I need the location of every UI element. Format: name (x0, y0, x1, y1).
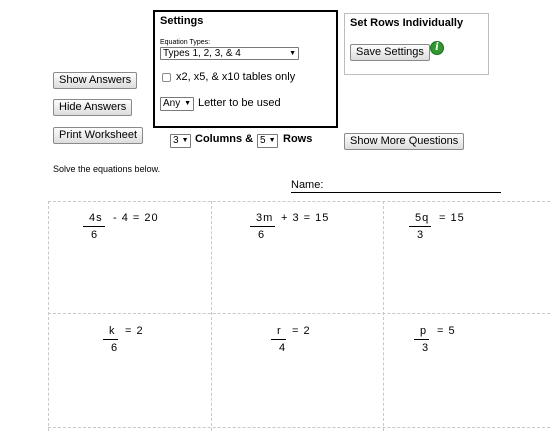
name-label: Name: (291, 179, 324, 191)
numerator: k (109, 325, 116, 337)
show-more-questions-button[interactable]: Show More Questions (344, 133, 465, 150)
letter-select[interactable]: Any ▼ (160, 97, 194, 111)
numerator: 3m (256, 212, 274, 224)
fraction: p 3 (414, 325, 430, 354)
grid-divider (48, 313, 550, 314)
equation-rest: = 15 (439, 212, 465, 224)
numerator: p (420, 325, 428, 337)
denominator: 3 (422, 342, 430, 354)
hide-answers-button[interactable]: Hide Answers (53, 99, 133, 116)
instructions-text: Solve the equations below. (53, 164, 161, 174)
numerator: 5q (415, 212, 430, 224)
letter-select-value: Any (163, 98, 181, 109)
chevron-down-icon: ▼ (289, 49, 296, 57)
rows-label: Rows (283, 133, 313, 145)
save-settings-button[interactable]: Save Settings (350, 44, 430, 61)
chevron-down-icon: ▼ (268, 137, 276, 144)
equation-rest: = 2 (125, 325, 144, 337)
columns-label: Columns & (195, 133, 254, 145)
worksheet-grid (48, 201, 550, 431)
print-worksheet-button[interactable]: Print Worksheet (53, 127, 144, 144)
settings-panel: Settings Equation Types: Types 1, 2, 3, … (153, 10, 338, 128)
equation-types-label: Equation Types: (160, 39, 211, 46)
rows-value: 5 (260, 135, 266, 146)
fraction: 5q 3 (409, 212, 432, 241)
equation-rest: + 3 = 15 (281, 212, 330, 224)
denominator: 4 (279, 342, 287, 354)
denominator: 3 (417, 229, 425, 241)
chevron-down-icon: ▼ (184, 100, 191, 107)
denominator: 6 (258, 229, 266, 241)
denominator: 6 (111, 342, 119, 354)
settings-title: Settings (160, 15, 204, 27)
fraction: 3m 6 (250, 212, 276, 241)
equation-rest: - 4 = 20 (113, 212, 159, 224)
equation-rest: = 5 (437, 325, 456, 337)
grid-divider (48, 427, 550, 428)
fraction: r 4 (271, 325, 287, 354)
show-answers-button[interactable]: Show Answers (53, 72, 138, 89)
tables-only-checkbox[interactable] (162, 73, 171, 82)
grid-divider (383, 201, 384, 431)
rows-select[interactable]: 5 ▼ (257, 134, 278, 148)
info-icon[interactable]: i (430, 41, 444, 55)
numerator: 4s (89, 212, 103, 224)
set-rows-title[interactable]: Set Rows Individually (350, 17, 463, 29)
equation-types-value: Types 1, 2, 3, & 4 (163, 47, 241, 59)
tables-only-label: x2, x5, & x10 tables only (176, 71, 296, 83)
name-line (291, 192, 501, 193)
chevron-down-icon: ▼ (181, 137, 189, 144)
numerator: r (277, 325, 282, 337)
fraction: k 6 (103, 325, 119, 354)
letter-label: Letter to be used (198, 97, 281, 109)
set-rows-panel: Set Rows Individually Save Settings i (344, 13, 489, 75)
denominator: 6 (91, 229, 99, 241)
columns-value: 3 (173, 135, 179, 146)
equation-rest: = 2 (292, 325, 311, 337)
equation-types-select[interactable]: Types 1, 2, 3, & 4 ▼ (160, 47, 299, 60)
grid-divider (211, 201, 212, 431)
grid-divider (48, 201, 550, 202)
fraction: 4s 6 (83, 212, 105, 241)
columns-select[interactable]: 3 ▼ (170, 134, 191, 148)
